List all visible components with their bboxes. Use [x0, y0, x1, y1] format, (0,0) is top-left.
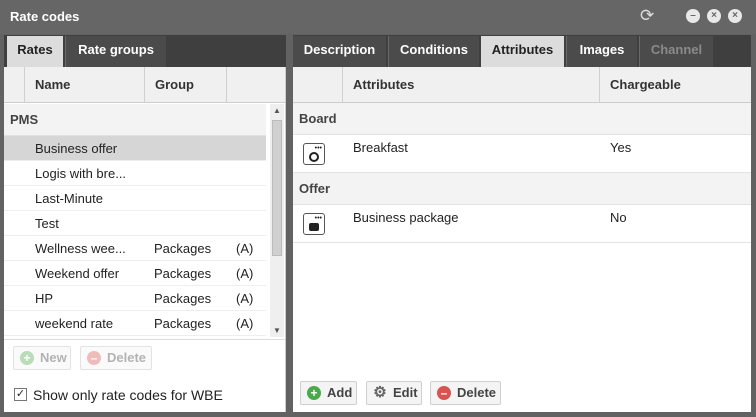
left-tab-bar: Rates Rate groups: [4, 35, 286, 67]
delete-rate-button: – Delete: [80, 346, 152, 370]
attribute-name: Breakfast: [353, 140, 408, 155]
delete-attribute-button-label: Delete: [457, 385, 497, 400]
tab-channel: Channel: [639, 36, 713, 67]
attribute-chargeable: Yes: [610, 140, 632, 155]
table-row[interactable]: Last-Minute: [4, 186, 266, 211]
rate-group: Packages: [154, 241, 212, 256]
wbe-filter-label: Show only rate codes for WBE: [33, 387, 223, 403]
wbe-filter-checkbox[interactable]: ✓: [14, 388, 27, 401]
plus-icon: +: [307, 386, 321, 400]
group-row-offer: Offer: [293, 173, 751, 205]
rate-name: Wellness wee...: [35, 241, 126, 256]
rate-codes-window: Rate codes ⟳ – × × Rates Rate groups Des…: [0, 0, 756, 417]
table-row[interactable]: Wellness wee... Packages (A): [4, 236, 266, 261]
window-title: Rate codes: [10, 9, 80, 24]
group-row-pms: PMS: [4, 104, 266, 136]
rate-name: Weekend offer: [35, 266, 120, 281]
rates-scrollbar[interactable]: ▲ ▼: [270, 104, 284, 337]
refresh-icon[interactable]: ⟳: [640, 7, 658, 25]
scroll-thumb[interactable]: [272, 120, 282, 256]
row-marker-header: [4, 67, 24, 103]
edit-attribute-button[interactable]: ⚙ Edit: [366, 381, 422, 405]
rates-panel: Name Group PMS Business offer Logis with…: [4, 67, 286, 412]
attribute-name: Business package: [353, 210, 459, 225]
gear-icon: ⚙: [373, 384, 387, 401]
delete-button-label: Delete: [107, 350, 147, 365]
rate-group: Packages: [154, 316, 212, 331]
table-row[interactable]: Test: [4, 211, 266, 236]
icon-column-header: [293, 67, 342, 103]
rate-flag: (A): [236, 241, 254, 256]
rate-name: Logis with bre...: [35, 166, 127, 181]
table-row[interactable]: ••• Breakfast Yes: [293, 135, 751, 173]
close-icon[interactable]: ×: [728, 9, 742, 23]
attribute-chargeable: No: [610, 210, 627, 225]
rate-group: Packages: [154, 266, 212, 281]
rate-flag: (A): [236, 291, 254, 306]
tab-images[interactable]: Images: [566, 36, 637, 67]
new-rate-button: + New: [13, 346, 71, 370]
right-tab-bar: Description Conditions Attributes Images…: [293, 35, 751, 67]
plus-icon: +: [20, 351, 34, 365]
table-row[interactable]: Weekend offer Packages (A): [4, 261, 266, 286]
table-row[interactable]: ••• Business package No: [293, 205, 751, 243]
table-row[interactable]: Business offer: [4, 136, 266, 161]
tab-rates[interactable]: Rates: [7, 36, 63, 67]
column-header-chargeable[interactable]: Chargeable: [599, 67, 751, 103]
breakfast-icon: •••: [303, 143, 325, 165]
minus-icon: –: [87, 351, 101, 365]
attributes-panel: Attributes Chargeable Board ••• Breakfas…: [293, 67, 751, 412]
rate-name: weekend rate: [35, 316, 114, 331]
new-button-label: New: [40, 350, 67, 365]
table-row[interactable]: Logis with bre...: [4, 161, 266, 186]
tab-conditions[interactable]: Conditions: [388, 36, 479, 67]
table-row[interactable]: HP Packages (A): [4, 286, 266, 311]
column-header-flag[interactable]: [226, 67, 285, 103]
tab-description[interactable]: Description: [293, 36, 386, 67]
group-row-board: Board: [293, 103, 751, 135]
minimize-icon[interactable]: –: [686, 9, 700, 23]
rate-name: Business offer: [35, 141, 118, 156]
attributes-grid-header: Attributes Chargeable: [293, 67, 751, 103]
tab-attributes[interactable]: Attributes: [481, 36, 564, 67]
rate-flag: (A): [236, 316, 254, 331]
minus-icon: –: [437, 386, 451, 400]
column-header-group[interactable]: Group: [144, 67, 226, 103]
scroll-up-icon[interactable]: ▲: [270, 106, 284, 115]
rate-group: Packages: [154, 291, 212, 306]
rate-name: HP: [35, 291, 54, 306]
rate-name: Test: [35, 216, 59, 231]
rates-grid-header: Name Group: [4, 67, 285, 103]
rate-name: Last-Minute: [35, 191, 103, 206]
scroll-down-icon[interactable]: ▼: [270, 326, 284, 335]
title-bar: Rate codes ⟳ – × ×: [0, 0, 756, 34]
delete-attribute-button[interactable]: – Delete: [430, 381, 501, 405]
maximize-icon[interactable]: ×: [707, 9, 721, 23]
edit-button-label: Edit: [393, 385, 418, 400]
add-attribute-button[interactable]: + Add: [300, 381, 357, 405]
tab-rate-groups[interactable]: Rate groups: [65, 36, 166, 67]
business-package-icon: •••: [303, 213, 325, 235]
rate-flag: (A): [236, 266, 254, 281]
add-button-label: Add: [327, 385, 353, 400]
divider: [4, 339, 285, 340]
table-row[interactable]: weekend rate Packages (A): [4, 311, 266, 336]
column-header-name[interactable]: Name: [24, 67, 144, 103]
column-header-attributes[interactable]: Attributes: [342, 67, 599, 103]
